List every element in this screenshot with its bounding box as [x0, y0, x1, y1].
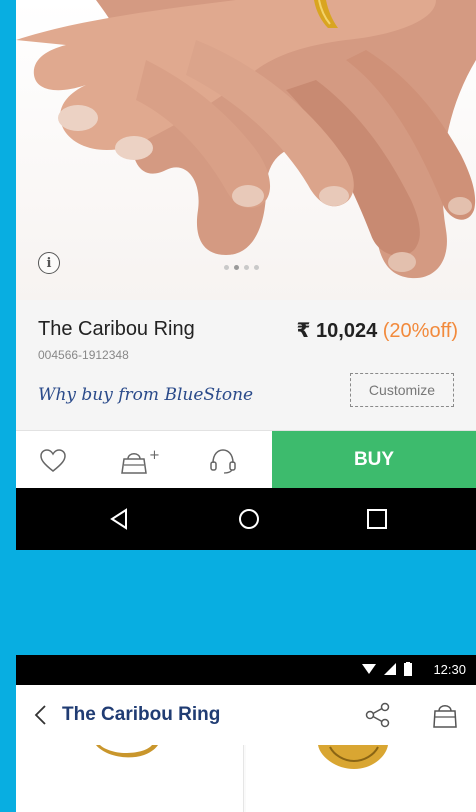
- carousel-dot[interactable]: [244, 265, 249, 270]
- product-tile[interactable]: [16, 745, 244, 812]
- product-price: ₹ 10,024: [296, 320, 378, 342]
- carousel-dot[interactable]: [254, 265, 259, 270]
- why-buy-link[interactable]: Why buy from BlueStone: [38, 385, 253, 405]
- status-icons: [362, 662, 412, 676]
- svg-text:+: +: [149, 448, 160, 463]
- product-tile[interactable]: [246, 745, 476, 812]
- toolbar: The Caribou Ring: [16, 685, 476, 745]
- carousel-indicator: [224, 265, 259, 270]
- battery-icon: [404, 662, 412, 676]
- customize-button[interactable]: Customize: [350, 373, 454, 407]
- back-triangle-icon[interactable]: [104, 504, 134, 534]
- discount-label: (20%off): [382, 320, 458, 342]
- carousel-dot-active[interactable]: [234, 265, 239, 270]
- add-to-bag-icon[interactable]: +: [120, 447, 160, 475]
- back-arrow-icon[interactable]: [30, 703, 50, 727]
- product-sku: 004566-1912348: [38, 348, 129, 362]
- product-list-screen: 12:30 The Caribou Ring: [16, 655, 476, 812]
- signal-icon: [384, 663, 396, 675]
- product-image[interactable]: i: [16, 0, 476, 300]
- home-circle-icon[interactable]: [234, 504, 264, 534]
- android-nav-bar: [16, 488, 476, 550]
- toolbar-title: The Caribou Ring: [62, 704, 221, 725]
- status-bar: 12:30: [16, 655, 476, 685]
- ring-thumbnail: [96, 745, 158, 758]
- product-info-panel: The Caribou Ring 004566-1912348 ₹ 10,024…: [16, 300, 476, 430]
- heart-icon[interactable]: [38, 447, 68, 475]
- recents-square-icon[interactable]: [362, 504, 392, 534]
- product-grid: [16, 745, 476, 812]
- hands-with-ring-image: [16, 0, 476, 279]
- price-block: ₹ 10,024 (20%off): [297, 318, 458, 343]
- info-icon[interactable]: i: [38, 252, 60, 274]
- ring-thumbnail: [318, 745, 388, 769]
- status-time: 12:30: [433, 662, 466, 677]
- buy-button[interactable]: BUY: [272, 431, 476, 489]
- product-title: The Caribou Ring: [38, 318, 195, 340]
- carousel-dot[interactable]: [224, 265, 229, 270]
- headset-icon[interactable]: [208, 447, 238, 475]
- wifi-icon: [362, 664, 376, 674]
- share-icon[interactable]: [364, 701, 392, 729]
- product-screen: i The Caribou Ring 004566-1912348 ₹ 10,0…: [16, 0, 476, 550]
- action-bar: + BUY: [16, 430, 476, 489]
- shopping-bag-icon[interactable]: [432, 701, 458, 729]
